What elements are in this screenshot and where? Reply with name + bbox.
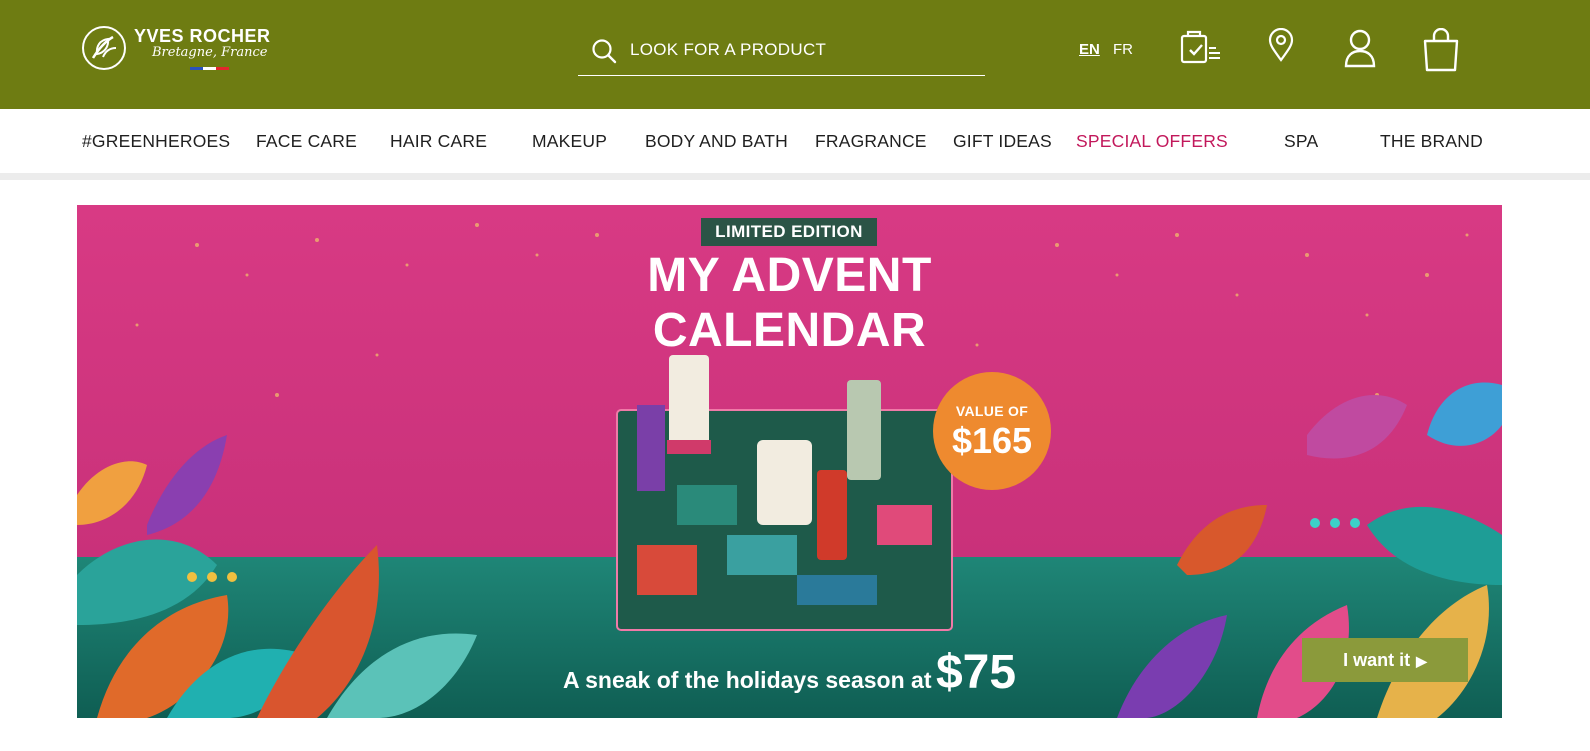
banner-tagline: A sneak of the holidays season at $75 — [77, 645, 1502, 700]
search-bar — [578, 30, 985, 76]
nav-item-the-brand[interactable]: THE BRAND — [1380, 131, 1483, 152]
nav-item-gift-ideas[interactable]: GIFT IDEAS — [953, 131, 1052, 152]
play-arrow-icon: ▶ — [1416, 653, 1427, 669]
brand-logo[interactable]: YVES ROCHER Bretagne, France — [82, 26, 292, 76]
i-want-it-button[interactable]: I want it ▶ — [1302, 638, 1468, 682]
nav-item-hair-care[interactable]: HAIR CARE — [390, 131, 487, 152]
nav-divider — [0, 173, 1590, 180]
nav-item-fragrance[interactable]: FRAGRANCE — [815, 131, 927, 152]
leaf-logo-icon — [82, 26, 126, 70]
search-input[interactable] — [628, 36, 972, 64]
store-locator-icon[interactable] — [1268, 27, 1294, 67]
french-flag-icon — [190, 67, 229, 70]
nav-item-face-care[interactable]: FACE CARE — [256, 131, 357, 152]
banner-title-line-1: MY ADVENT — [647, 249, 932, 302]
brand-tagline: Bretagne, France — [152, 45, 268, 60]
value-badge: VALUE OF $165 — [933, 372, 1051, 490]
account-icon[interactable] — [1343, 28, 1377, 73]
nav-item-special-offers[interactable]: SPECIAL OFFERS — [1076, 131, 1228, 152]
hero-banner[interactable]: LIMITED EDITION MY ADVENT CALENDAR VALUE… — [77, 205, 1502, 718]
banner-title-line-2: CALENDAR — [652, 304, 927, 357]
value-badge-label: VALUE OF — [955, 403, 1029, 419]
banner-tagline-text: A sneak of the holidays season at — [562, 667, 932, 693]
limited-edition-ribbon: LIMITED EDITION — [701, 218, 877, 246]
language-en-link[interactable]: EN — [1079, 41, 1100, 58]
language-fr-link[interactable]: FR — [1113, 41, 1133, 58]
shopping-bag-icon[interactable] — [1422, 27, 1460, 77]
brand-name: YVES ROCHER — [134, 26, 271, 46]
search-icon[interactable] — [591, 38, 617, 64]
main-navigation: #GREENHEROES FACE CARE HAIR CARE MAKEUP … — [0, 109, 1590, 173]
site-header: YVES ROCHER Bretagne, France EN FR — [0, 0, 1590, 109]
order-tracking-icon[interactable] — [1180, 28, 1222, 73]
nav-item-greenheroes[interactable]: #GREENHEROES — [82, 131, 230, 152]
nav-item-makeup[interactable]: MAKEUP — [532, 131, 607, 152]
nav-item-spa[interactable]: SPA — [1284, 131, 1318, 152]
nav-item-body-and-bath[interactable]: BODY AND BATH — [645, 131, 788, 152]
banner-tagline-price: $75 — [935, 646, 1017, 699]
value-badge-amount: $165 — [951, 420, 1033, 461]
cta-label: I want it — [1343, 650, 1411, 670]
